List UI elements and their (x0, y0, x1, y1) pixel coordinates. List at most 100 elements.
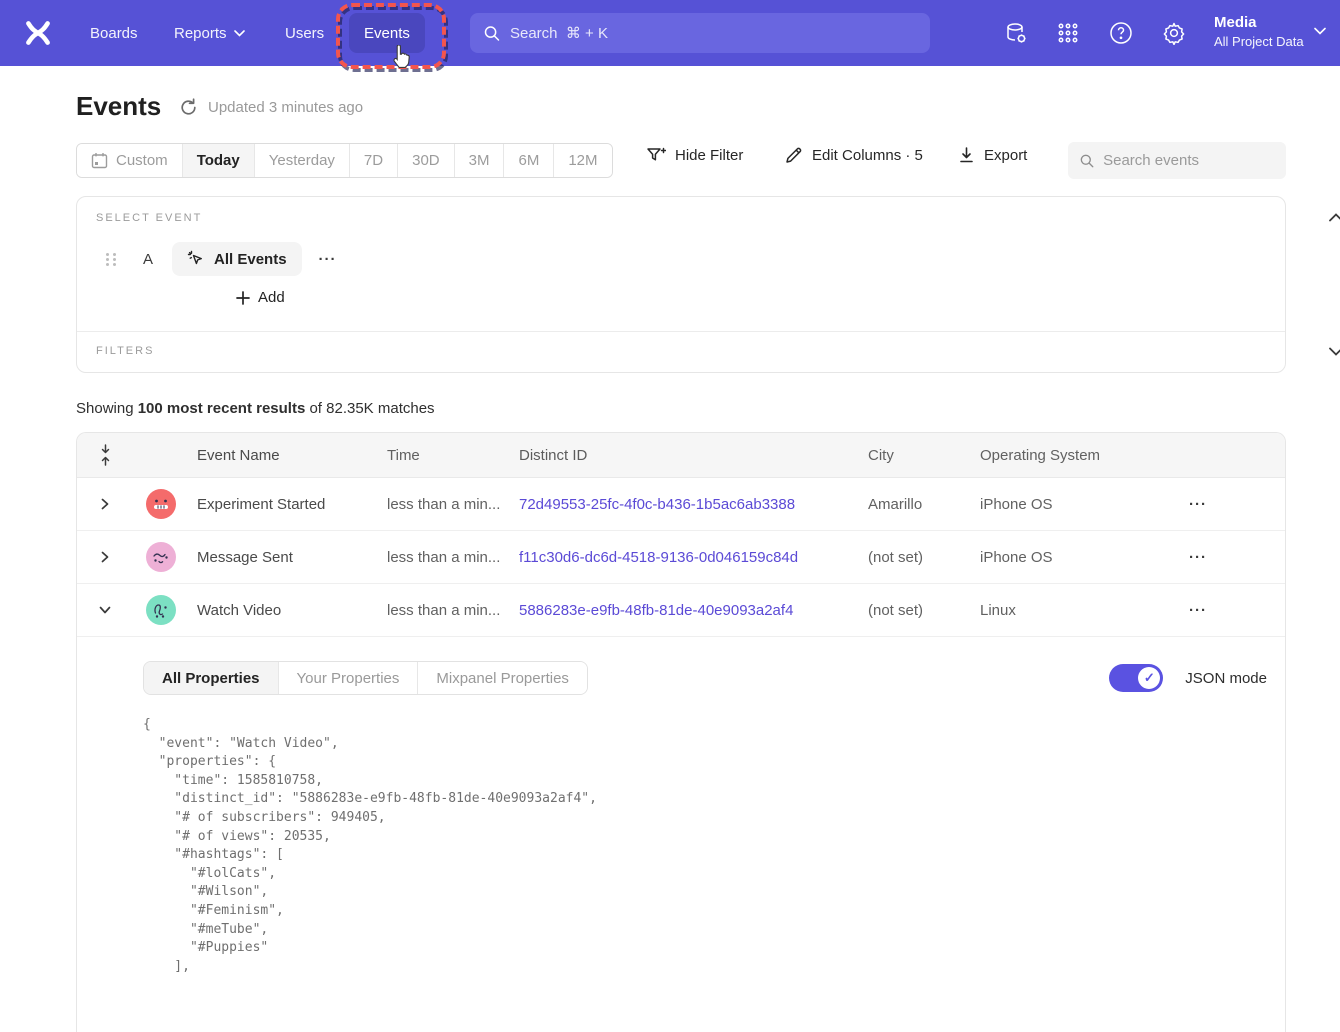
top-navbar: Boards Reports Users Events Media All Pr… (0, 0, 1340, 66)
range-custom[interactable]: Custom (77, 144, 183, 177)
json-mode-label: JSON mode (1185, 670, 1267, 687)
cell-city: (not set) (860, 602, 972, 619)
add-event-button[interactable]: Add (236, 289, 285, 306)
cell-event-name: Experiment Started (189, 496, 379, 513)
col-header-distinct-id[interactable]: Distinct ID (511, 447, 860, 464)
collapse-section-chevron-up-icon[interactable] (1329, 213, 1340, 222)
search-events-box[interactable] (1068, 142, 1286, 179)
tab-your-properties[interactable]: Your Properties (279, 662, 419, 694)
range-7d[interactable]: 7D (350, 144, 398, 177)
cell-city: (not set) (860, 549, 972, 566)
help-icon[interactable] (1109, 21, 1133, 45)
hide-filter-button[interactable]: Hide Filter (646, 146, 743, 165)
apps-grid-icon[interactable] (1056, 21, 1080, 45)
table-row-expanded[interactable]: Watch Video less than a min... 5886283e-… (77, 584, 1285, 637)
range-yesterday[interactable]: Yesterday (255, 144, 350, 177)
event-row-letter: A (143, 251, 153, 268)
cell-os: iPhone OS (972, 549, 1177, 566)
row-more-button[interactable]: ··· (1177, 602, 1285, 619)
export-button[interactable]: Export (958, 146, 1027, 164)
hide-filter-label: Hide Filter (675, 147, 743, 164)
plus-icon (236, 291, 250, 305)
divider (77, 331, 1285, 332)
download-icon (958, 146, 975, 164)
search-icon (1080, 153, 1094, 169)
refresh-icon[interactable] (179, 98, 198, 117)
col-header-event-name[interactable]: Event Name (189, 447, 379, 464)
filters-label: FILTERS (96, 345, 154, 357)
chevron-down-icon (234, 30, 245, 37)
tab-all-properties[interactable]: All Properties (144, 662, 279, 694)
collapse-row-chevron-down-icon[interactable] (99, 604, 111, 616)
event-avatar (146, 542, 176, 572)
filter-funnel-icon (646, 146, 666, 165)
nav-item-label: Events (364, 25, 410, 42)
select-event-label: SELECT EVENT (96, 212, 202, 224)
event-chip-label: All Events (214, 251, 287, 268)
properties-tabs: All Properties Your Properties Mixpanel … (143, 661, 588, 695)
col-header-city[interactable]: City (860, 447, 972, 464)
toggle-check-icon: ✓ (1138, 667, 1160, 689)
row-more-button[interactable]: ··· (1177, 549, 1285, 566)
cell-event-name: Message Sent (189, 549, 379, 566)
table-row[interactable]: Message Sent less than a min... f11c30d6… (77, 531, 1285, 584)
row-more-button[interactable]: ··· (1177, 496, 1285, 513)
range-30d[interactable]: 30D (398, 144, 455, 177)
cell-time: less than a min... (379, 496, 511, 513)
date-range-picker: Custom Today Yesterday 7D 30D 3M 6M 12M (76, 143, 613, 178)
account-switcher[interactable]: Media All Project Data (1214, 13, 1304, 51)
col-header-os[interactable]: Operating System (972, 447, 1177, 464)
data-management-icon[interactable] (1004, 21, 1028, 45)
distinct-id-link[interactable]: 5886283e-e9fb-48fb-81de-40e9093a2af4 (519, 602, 793, 619)
event-avatar (146, 595, 176, 625)
range-3m[interactable]: 3M (455, 144, 505, 177)
nav-item-boards[interactable]: Boards (90, 0, 138, 66)
nav-item-label: Users (285, 25, 324, 42)
last-updated-text: Updated 3 minutes ago (208, 99, 363, 116)
nav-item-users[interactable]: Users (285, 0, 324, 66)
expand-collapse-all-icon[interactable] (99, 444, 112, 466)
nav-item-events[interactable]: Events (349, 13, 425, 53)
tab-mixpanel-properties[interactable]: Mixpanel Properties (418, 662, 587, 694)
table-header-row: Event Name Time Distinct ID City Operati… (77, 433, 1285, 478)
mixpanel-logo-icon[interactable] (24, 19, 52, 47)
event-detail-panel: All Properties Your Properties Mixpanel … (77, 637, 1285, 976)
col-header-time[interactable]: Time (379, 447, 511, 464)
expand-row-chevron-right-icon[interactable] (99, 551, 111, 563)
nav-item-reports[interactable]: Reports (174, 0, 245, 66)
range-label: 6M (518, 152, 539, 169)
expand-row-chevron-right-icon[interactable] (99, 498, 111, 510)
distinct-id-link[interactable]: f11c30d6-dc6d-4518-9136-0d046159c84d (519, 549, 798, 566)
range-label: Yesterday (269, 152, 335, 169)
account-project: All Project Data (1214, 33, 1304, 51)
event-selector-chip[interactable]: All Events (172, 242, 302, 276)
query-builder-card: SELECT EVENT A All Events ··· Add FILTER… (76, 196, 1286, 373)
range-label: 7D (364, 152, 383, 169)
cell-os: iPhone OS (972, 496, 1177, 513)
range-label: Custom (116, 152, 168, 169)
calendar-icon (91, 152, 108, 169)
settings-gear-icon[interactable] (1162, 21, 1186, 45)
account-chevron-down-icon[interactable] (1314, 27, 1328, 37)
table-row[interactable]: Experiment Started less than a min... 72… (77, 478, 1285, 531)
event-row-more-button[interactable]: ··· (319, 251, 337, 268)
range-today[interactable]: Today (183, 144, 255, 177)
nav-item-label: Boards (90, 25, 138, 42)
cell-os: Linux (972, 602, 1177, 619)
distinct-id-link[interactable]: 72d49553-25fc-4f0c-b436-1b5ac6ab3388 (519, 496, 795, 513)
events-table: Event Name Time Distinct ID City Operati… (76, 432, 1286, 1032)
range-12m[interactable]: 12M (554, 144, 611, 177)
json-mode-toggle[interactable]: ✓ (1109, 664, 1163, 692)
drag-handle-icon[interactable] (106, 253, 117, 266)
range-label: Today (197, 152, 240, 169)
page-title: Events (76, 91, 161, 122)
global-search[interactable] (470, 13, 930, 53)
cell-time: less than a min... (379, 602, 511, 619)
expand-filters-chevron-down-icon[interactable] (1329, 347, 1340, 356)
global-search-input[interactable] (510, 25, 916, 42)
search-events-input[interactable] (1103, 152, 1274, 169)
cell-city: Amarillo (860, 496, 972, 513)
edit-columns-button[interactable]: Edit Columns · 5 (784, 146, 923, 165)
range-6m[interactable]: 6M (504, 144, 554, 177)
add-label: Add (258, 289, 285, 306)
